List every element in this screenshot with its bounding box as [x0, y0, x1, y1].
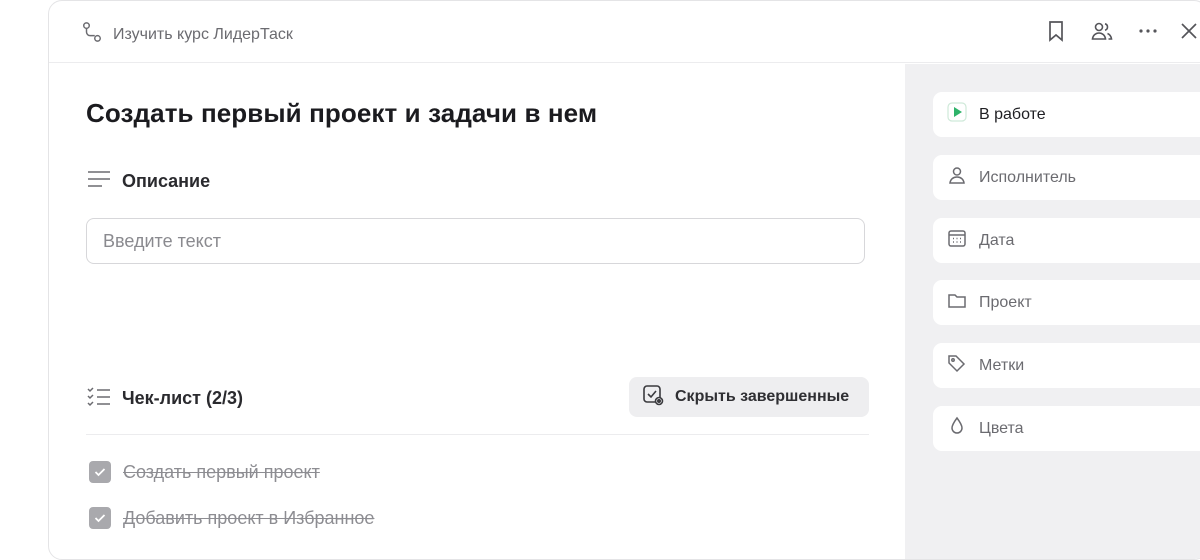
checkbox-checked[interactable] [89, 461, 111, 483]
colors-button[interactable]: Цвета [933, 406, 1200, 451]
checklist-item[interactable]: Добавить проект в Избранное [89, 507, 374, 529]
checkbox-checked[interactable] [89, 507, 111, 529]
play-icon [947, 102, 967, 127]
top-actions [1033, 19, 1200, 47]
breadcrumb[interactable]: Изучить курс ЛидерТаск [81, 21, 293, 48]
more-icon [1136, 19, 1160, 48]
bookmark-button[interactable] [1033, 19, 1079, 47]
task-main: Создать первый проект и задачи в нем Опи… [49, 64, 905, 559]
route-icon [81, 21, 103, 48]
task-title[interactable]: Создать первый проект и задачи в нем [86, 98, 597, 129]
status-label: В работе [979, 105, 1046, 123]
assignee-button[interactable]: Исполнитель [933, 155, 1200, 200]
calendar-icon [947, 228, 967, 253]
task-topbar: Изучить курс ЛидерТаск [49, 1, 1200, 63]
lines-icon [86, 168, 112, 195]
project-label: Проект [979, 293, 1032, 311]
close-button[interactable] [1171, 19, 1200, 47]
checklist-divider [86, 434, 869, 435]
checklist-heading: Чек-лист (2/3) [86, 385, 243, 412]
description-input[interactable] [86, 218, 865, 264]
hide-completed-label: Скрыть завершенные [675, 388, 850, 405]
hide-completed-button[interactable]: Скрыть завершенные [629, 377, 869, 417]
app-frame: Изучить курс ЛидерТаск Создать первый пр… [0, 0, 1200, 560]
description-label: Описание [122, 171, 211, 191]
checklist-label: Чек-лист (2/3) [122, 388, 243, 408]
person-icon [947, 165, 967, 190]
more-button[interactable] [1125, 19, 1171, 47]
colors-label: Цвета [979, 419, 1024, 437]
tags-label: Метки [979, 356, 1025, 374]
folder-icon [947, 290, 967, 315]
task-card: Изучить курс ЛидерТаск Создать первый пр… [48, 0, 1200, 560]
status-button[interactable]: В работе [933, 92, 1200, 137]
members-button[interactable] [1079, 19, 1125, 47]
checklist-item-label[interactable]: Создать первый проект [123, 462, 320, 483]
checklist-icon [86, 385, 112, 412]
close-icon [1177, 19, 1200, 48]
assignee-label: Исполнитель [979, 168, 1077, 186]
project-button[interactable]: Проект [933, 280, 1200, 325]
checklist-item[interactable]: Создать первый проект [89, 461, 320, 483]
eye-check-icon [641, 383, 665, 412]
checklist-item-label[interactable]: Добавить проект в Избранное [123, 508, 374, 529]
tag-icon [947, 353, 967, 378]
drop-icon [947, 416, 967, 441]
bookmark-icon [1044, 19, 1068, 48]
description-heading: Описание [86, 168, 210, 195]
task-sidebar: В работе Исполнитель Дата Проект Метки Ц… [905, 64, 1200, 559]
breadcrumb-label: Изучить курс ЛидерТаск [113, 25, 293, 43]
users-icon [1090, 19, 1114, 48]
date-label: Дата [979, 231, 1015, 249]
date-button[interactable]: Дата [933, 218, 1200, 263]
tags-button[interactable]: Метки [933, 343, 1200, 388]
